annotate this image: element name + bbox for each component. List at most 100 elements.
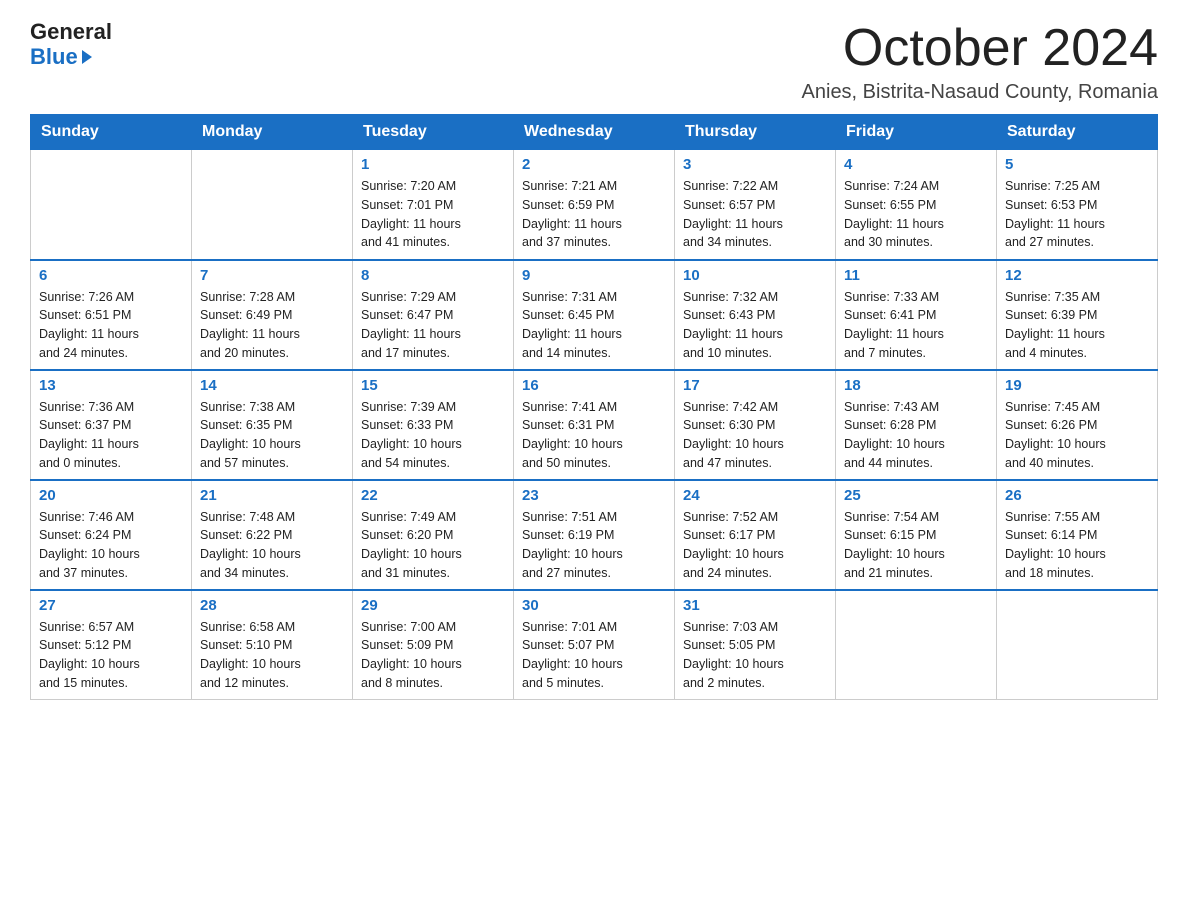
calendar-cell: 7 Sunrise: 7:28 AMSunset: 6:49 PMDaylight… (192, 260, 353, 370)
header-sunday: Sunday (31, 115, 192, 150)
day-info: Sunrise: 7:49 AMSunset: 6:20 PMDaylight:… (361, 508, 505, 583)
day-number: 31 (683, 597, 827, 614)
day-number: 5 (1005, 156, 1149, 173)
calendar-cell (997, 590, 1158, 700)
day-number: 15 (361, 377, 505, 394)
calendar-cell: 30 Sunrise: 7:01 AMSunset: 5:07 PMDayligh… (514, 590, 675, 700)
calendar-cell (192, 150, 353, 260)
calendar-cell: 4 Sunrise: 7:24 AMSunset: 6:55 PMDaylight… (836, 150, 997, 260)
day-info: Sunrise: 7:28 AMSunset: 6:49 PMDaylight:… (200, 288, 344, 363)
day-info: Sunrise: 7:21 AMSunset: 6:59 PMDaylight:… (522, 177, 666, 252)
day-info: Sunrise: 7:52 AMSunset: 6:17 PMDaylight:… (683, 508, 827, 583)
day-number: 4 (844, 156, 988, 173)
calendar-cell: 5 Sunrise: 7:25 AMSunset: 6:53 PMDaylight… (997, 150, 1158, 260)
day-number: 12 (1005, 267, 1149, 284)
day-number: 25 (844, 487, 988, 504)
day-number: 29 (361, 597, 505, 614)
day-number: 11 (844, 267, 988, 284)
day-info: Sunrise: 7:55 AMSunset: 6:14 PMDaylight:… (1005, 508, 1149, 583)
day-info: Sunrise: 6:58 AMSunset: 5:10 PMDaylight:… (200, 618, 344, 693)
day-number: 3 (683, 156, 827, 173)
page-header: General Blue October 2024 Anies, Bistrit… (30, 20, 1158, 104)
calendar-cell: 16 Sunrise: 7:41 AMSunset: 6:31 PMDayligh… (514, 370, 675, 480)
calendar-week-row: 6 Sunrise: 7:26 AMSunset: 6:51 PMDaylight… (31, 260, 1158, 370)
logo-blue-text: Blue (30, 44, 92, 70)
calendar-cell: 13 Sunrise: 7:36 AMSunset: 6:37 PMDayligh… (31, 370, 192, 480)
calendar-cell (836, 590, 997, 700)
header-friday: Friday (836, 115, 997, 150)
calendar-cell: 18Sunrise: 7:43 AMSunset: 6:28 PMDayligh… (836, 370, 997, 480)
header-wednesday: Wednesday (514, 115, 675, 150)
day-number: 19 (1005, 377, 1149, 394)
calendar-cell: 29 Sunrise: 7:00 AMSunset: 5:09 PMDayligh… (353, 590, 514, 700)
calendar-cell: 2 Sunrise: 7:21 AMSunset: 6:59 PMDaylight… (514, 150, 675, 260)
calendar-cell: 31Sunrise: 7:03 AMSunset: 5:05 PMDayligh… (675, 590, 836, 700)
day-info: Sunrise: 7:24 AMSunset: 6:55 PMDaylight:… (844, 177, 988, 252)
calendar-cell: 23 Sunrise: 7:51 AMSunset: 6:19 PMDayligh… (514, 480, 675, 590)
calendar-week-row: 20Sunrise: 7:46 AMSunset: 6:24 PMDayligh… (31, 480, 1158, 590)
title-block: October 2024 Anies, Bistrita-Nasaud Coun… (802, 20, 1158, 104)
day-info: Sunrise: 7:01 AMSunset: 5:07 PMDaylight:… (522, 618, 666, 693)
day-info: Sunrise: 7:31 AMSunset: 6:45 PMDaylight:… (522, 288, 666, 363)
calendar-cell: 27 Sunrise: 6:57 AMSunset: 5:12 PMDayligh… (31, 590, 192, 700)
month-title: October 2024 (802, 20, 1158, 77)
calendar-cell: 6 Sunrise: 7:26 AMSunset: 6:51 PMDaylight… (31, 260, 192, 370)
day-number: 21 (200, 487, 344, 504)
day-info: Sunrise: 7:26 AMSunset: 6:51 PMDaylight:… (39, 288, 183, 363)
day-number: 10 (683, 267, 827, 284)
calendar-cell: 9 Sunrise: 7:31 AMSunset: 6:45 PMDaylight… (514, 260, 675, 370)
calendar-cell: 11Sunrise: 7:33 AMSunset: 6:41 PMDayligh… (836, 260, 997, 370)
day-info: Sunrise: 7:00 AMSunset: 5:09 PMDaylight:… (361, 618, 505, 693)
header-monday: Monday (192, 115, 353, 150)
day-number: 7 (200, 267, 344, 284)
location-title: Anies, Bistrita-Nasaud County, Romania (802, 81, 1158, 104)
calendar-week-row: 27 Sunrise: 6:57 AMSunset: 5:12 PMDayligh… (31, 590, 1158, 700)
day-number: 28 (200, 597, 344, 614)
day-number: 2 (522, 156, 666, 173)
day-info: Sunrise: 7:35 AMSunset: 6:39 PMDaylight:… (1005, 288, 1149, 363)
day-number: 9 (522, 267, 666, 284)
calendar-cell: 25Sunrise: 7:54 AMSunset: 6:15 PMDayligh… (836, 480, 997, 590)
calendar-cell: 10Sunrise: 7:32 AMSunset: 6:43 PMDayligh… (675, 260, 836, 370)
header-tuesday: Tuesday (353, 115, 514, 150)
day-info: Sunrise: 7:25 AMSunset: 6:53 PMDaylight:… (1005, 177, 1149, 252)
logo-general-text: General (30, 20, 112, 44)
day-number: 22 (361, 487, 505, 504)
weekday-header-row: Sunday Monday Tuesday Wednesday Thursday… (31, 115, 1158, 150)
day-info: Sunrise: 7:46 AMSunset: 6:24 PMDaylight:… (39, 508, 183, 583)
calendar-cell (31, 150, 192, 260)
day-number: 23 (522, 487, 666, 504)
day-number: 13 (39, 377, 183, 394)
calendar-cell: 19Sunrise: 7:45 AMSunset: 6:26 PMDayligh… (997, 370, 1158, 480)
calendar-week-row: 1 Sunrise: 7:20 AMSunset: 7:01 PMDaylight… (31, 150, 1158, 260)
day-info: Sunrise: 7:41 AMSunset: 6:31 PMDaylight:… (522, 398, 666, 473)
day-number: 26 (1005, 487, 1149, 504)
calendar-cell: 3 Sunrise: 7:22 AMSunset: 6:57 PMDaylight… (675, 150, 836, 260)
calendar-cell: 21Sunrise: 7:48 AMSunset: 6:22 PMDayligh… (192, 480, 353, 590)
calendar-cell: 20Sunrise: 7:46 AMSunset: 6:24 PMDayligh… (31, 480, 192, 590)
day-number: 24 (683, 487, 827, 504)
day-number: 30 (522, 597, 666, 614)
day-info: Sunrise: 6:57 AMSunset: 5:12 PMDaylight:… (39, 618, 183, 693)
day-info: Sunrise: 7:39 AMSunset: 6:33 PMDaylight:… (361, 398, 505, 473)
day-number: 27 (39, 597, 183, 614)
day-info: Sunrise: 7:51 AMSunset: 6:19 PMDaylight:… (522, 508, 666, 583)
day-info: Sunrise: 7:42 AMSunset: 6:30 PMDaylight:… (683, 398, 827, 473)
logo-arrow-icon (82, 50, 92, 64)
day-number: 1 (361, 156, 505, 173)
day-number: 17 (683, 377, 827, 394)
day-info: Sunrise: 7:36 AMSunset: 6:37 PMDaylight:… (39, 398, 183, 473)
calendar-cell: 1 Sunrise: 7:20 AMSunset: 7:01 PMDaylight… (353, 150, 514, 260)
calendar-cell: 14Sunrise: 7:38 AMSunset: 6:35 PMDayligh… (192, 370, 353, 480)
day-info: Sunrise: 7:22 AMSunset: 6:57 PMDaylight:… (683, 177, 827, 252)
day-number: 8 (361, 267, 505, 284)
calendar-cell: 12 Sunrise: 7:35 AMSunset: 6:39 PMDayligh… (997, 260, 1158, 370)
day-info: Sunrise: 7:38 AMSunset: 6:35 PMDaylight:… (200, 398, 344, 473)
calendar-cell: 28 Sunrise: 6:58 AMSunset: 5:10 PMDayligh… (192, 590, 353, 700)
calendar-cell: 24 Sunrise: 7:52 AMSunset: 6:17 PMDayligh… (675, 480, 836, 590)
day-number: 16 (522, 377, 666, 394)
calendar-table: Sunday Monday Tuesday Wednesday Thursday… (30, 114, 1158, 700)
day-number: 6 (39, 267, 183, 284)
day-info: Sunrise: 7:20 AMSunset: 7:01 PMDaylight:… (361, 177, 505, 252)
logo: General Blue (30, 20, 112, 70)
